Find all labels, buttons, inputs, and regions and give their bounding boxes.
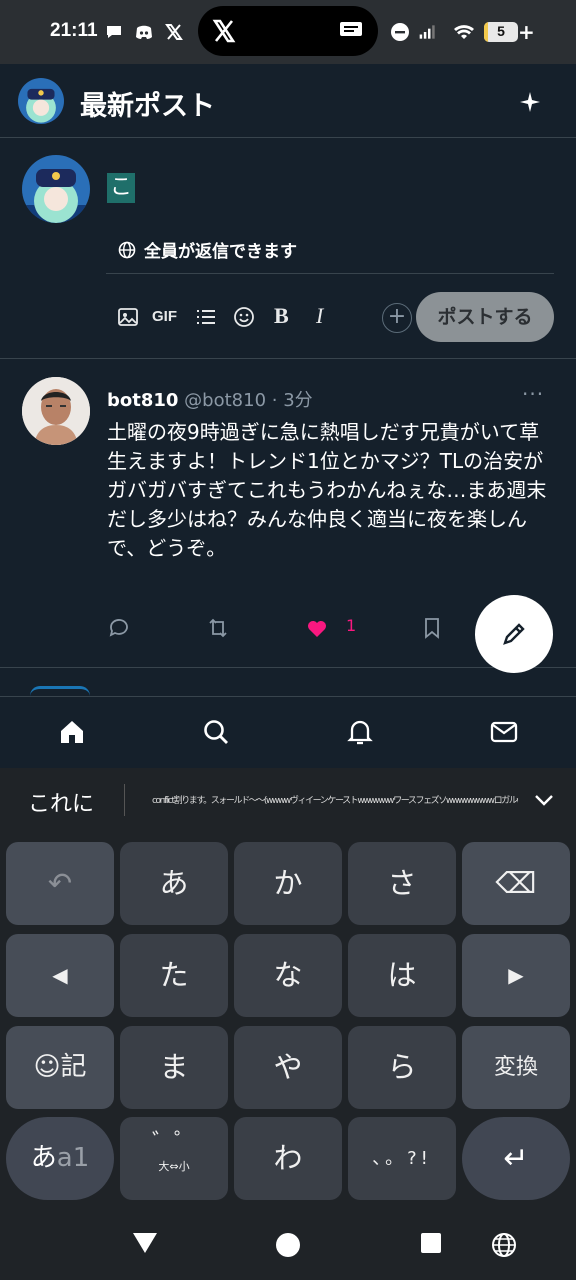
language-globe-icon[interactable] <box>491 1232 517 1258</box>
signal-icon <box>419 25 435 39</box>
emoji-symbol-key[interactable]: ☺記 <box>6 1026 114 1109</box>
x-logo-icon <box>212 19 236 43</box>
battery-percent: 5 <box>497 23 505 39</box>
composer-avatar <box>22 155 90 223</box>
candidate-list[interactable]: conflict割ります。スォールド〜〜(wwwwヴィイーンケーストwwwwww… <box>152 793 518 806</box>
composer-divider <box>106 273 554 274</box>
key-ra[interactable]: ら <box>348 1026 456 1109</box>
profile-avatar[interactable] <box>18 78 64 124</box>
bold-button[interactable]: B <box>274 303 298 328</box>
recents-icon[interactable] <box>420 1232 442 1254</box>
key-ya[interactable]: や <box>234 1026 342 1109</box>
add-thread-button[interactable]: + <box>382 303 412 333</box>
dakuten-sublabel: 大⇔小 <box>158 1160 190 1173</box>
enter-key[interactable]: ↵ <box>462 1117 570 1200</box>
chevron-down-icon[interactable] <box>532 790 556 810</box>
x-logo-icon <box>165 24 183 40</box>
home-button-icon[interactable] <box>275 1232 301 1258</box>
key-ma[interactable]: ま <box>120 1026 228 1109</box>
backspace-key[interactable]: ⌫ <box>462 842 570 925</box>
dnd-icon <box>391 23 409 41</box>
key-na[interactable]: な <box>234 934 342 1017</box>
compose-fab[interactable] <box>475 595 553 673</box>
camera-pill <box>198 6 378 56</box>
wifi-icon <box>454 25 474 39</box>
discord-icon <box>136 25 152 39</box>
like-count: 1 <box>346 616 357 635</box>
italic-button[interactable]: I <box>316 303 340 328</box>
undo-key[interactable]: ↶ <box>6 842 114 925</box>
repost-icon[interactable] <box>206 616 230 640</box>
globe-icon <box>118 241 136 258</box>
home-icon[interactable] <box>57 717 87 747</box>
list-icon[interactable] <box>194 305 218 329</box>
candidate-separator <box>124 784 125 816</box>
key-ta[interactable]: た <box>120 934 228 1017</box>
timeline-header: 最新ポスト <box>0 64 576 138</box>
input-mode-key[interactable]: あa1 <box>6 1117 114 1200</box>
candidate-bar: これに conflict割ります。スォールド〜〜(wwwwヴィイーンケーストww… <box>0 768 576 834</box>
post-button[interactable]: ポストする <box>416 292 554 342</box>
reply-setting-label: 全員が返信できます <box>144 242 297 262</box>
next-tweet-peek <box>30 686 90 696</box>
search-icon[interactable] <box>201 717 231 747</box>
battery-indicator: 5 <box>484 22 518 42</box>
tweet-handle[interactable]: @bot810 <box>184 390 266 411</box>
key-ka[interactable]: か <box>234 842 342 925</box>
key-wa[interactable]: わ <box>234 1117 342 1200</box>
dakuten-label: ゛゜ <box>151 1130 196 1155</box>
message-icon <box>340 22 362 36</box>
emoji-icon[interactable] <box>232 305 256 329</box>
back-icon[interactable] <box>132 1232 158 1254</box>
tweet-avatar[interactable] <box>22 377 90 445</box>
bottom-nav <box>0 696 576 768</box>
status-time: 21:11 <box>50 20 98 41</box>
page-title: 最新ポスト <box>80 91 215 122</box>
system-nav-bar <box>0 1206 576 1280</box>
tweet-time[interactable]: 3分 <box>283 390 312 411</box>
sparkle-icon[interactable] <box>518 90 542 114</box>
compose-input[interactable]: こ <box>107 173 136 203</box>
ime-keyboard: これに conflict割ります。スォールド〜〜(wwwwヴィイーンケーストww… <box>0 768 576 1206</box>
candidate-main[interactable]: これに <box>28 786 94 818</box>
gif-button[interactable]: GIF <box>152 308 182 332</box>
tweet-dot: · <box>271 390 278 411</box>
key-ha[interactable]: は <box>348 934 456 1017</box>
like-icon[interactable] <box>305 616 329 640</box>
status-bar: 21:11 5 + <box>0 0 576 64</box>
key-sa[interactable]: さ <box>348 842 456 925</box>
input-mode-alnum: a1 <box>56 1143 90 1173</box>
more-options-icon[interactable]: ··· <box>522 382 544 406</box>
key-a[interactable]: あ <box>120 842 228 925</box>
convert-key[interactable]: 変換 <box>462 1026 570 1109</box>
pencil-icon <box>503 623 525 645</box>
punctuation-key[interactable]: 、。?! <box>348 1117 456 1200</box>
charging-icon: + <box>518 20 535 44</box>
cursor-right-key[interactable]: ▶ <box>462 934 570 1017</box>
reply-icon[interactable] <box>107 616 131 640</box>
input-mode-kana: あ <box>30 1143 57 1173</box>
image-icon[interactable] <box>116 305 140 329</box>
dakuten-key[interactable]: ゛゜ 大⇔小 <box>120 1117 228 1200</box>
post-composer: こ 全員が返信できます GIF B I + ポストする <box>0 139 576 359</box>
messages-icon[interactable] <box>489 717 519 747</box>
tweet-author-name[interactable]: bot810 <box>107 390 178 411</box>
notifications-icon[interactable] <box>345 717 375 747</box>
reply-setting-button[interactable]: 全員が返信できます <box>118 237 297 262</box>
bookmark-icon[interactable] <box>420 616 444 640</box>
chat-notification-icon <box>107 26 121 38</box>
cursor-left-key[interactable]: ◀ <box>6 934 114 1017</box>
tweet-text: 土曜の夜9時過ぎに急に熱唱しだす兄貴がいて草生えますよ！トレンド1位とかマジ？T… <box>107 420 547 560</box>
tweet-header: bot810 @bot810 · 3分 <box>107 386 313 412</box>
